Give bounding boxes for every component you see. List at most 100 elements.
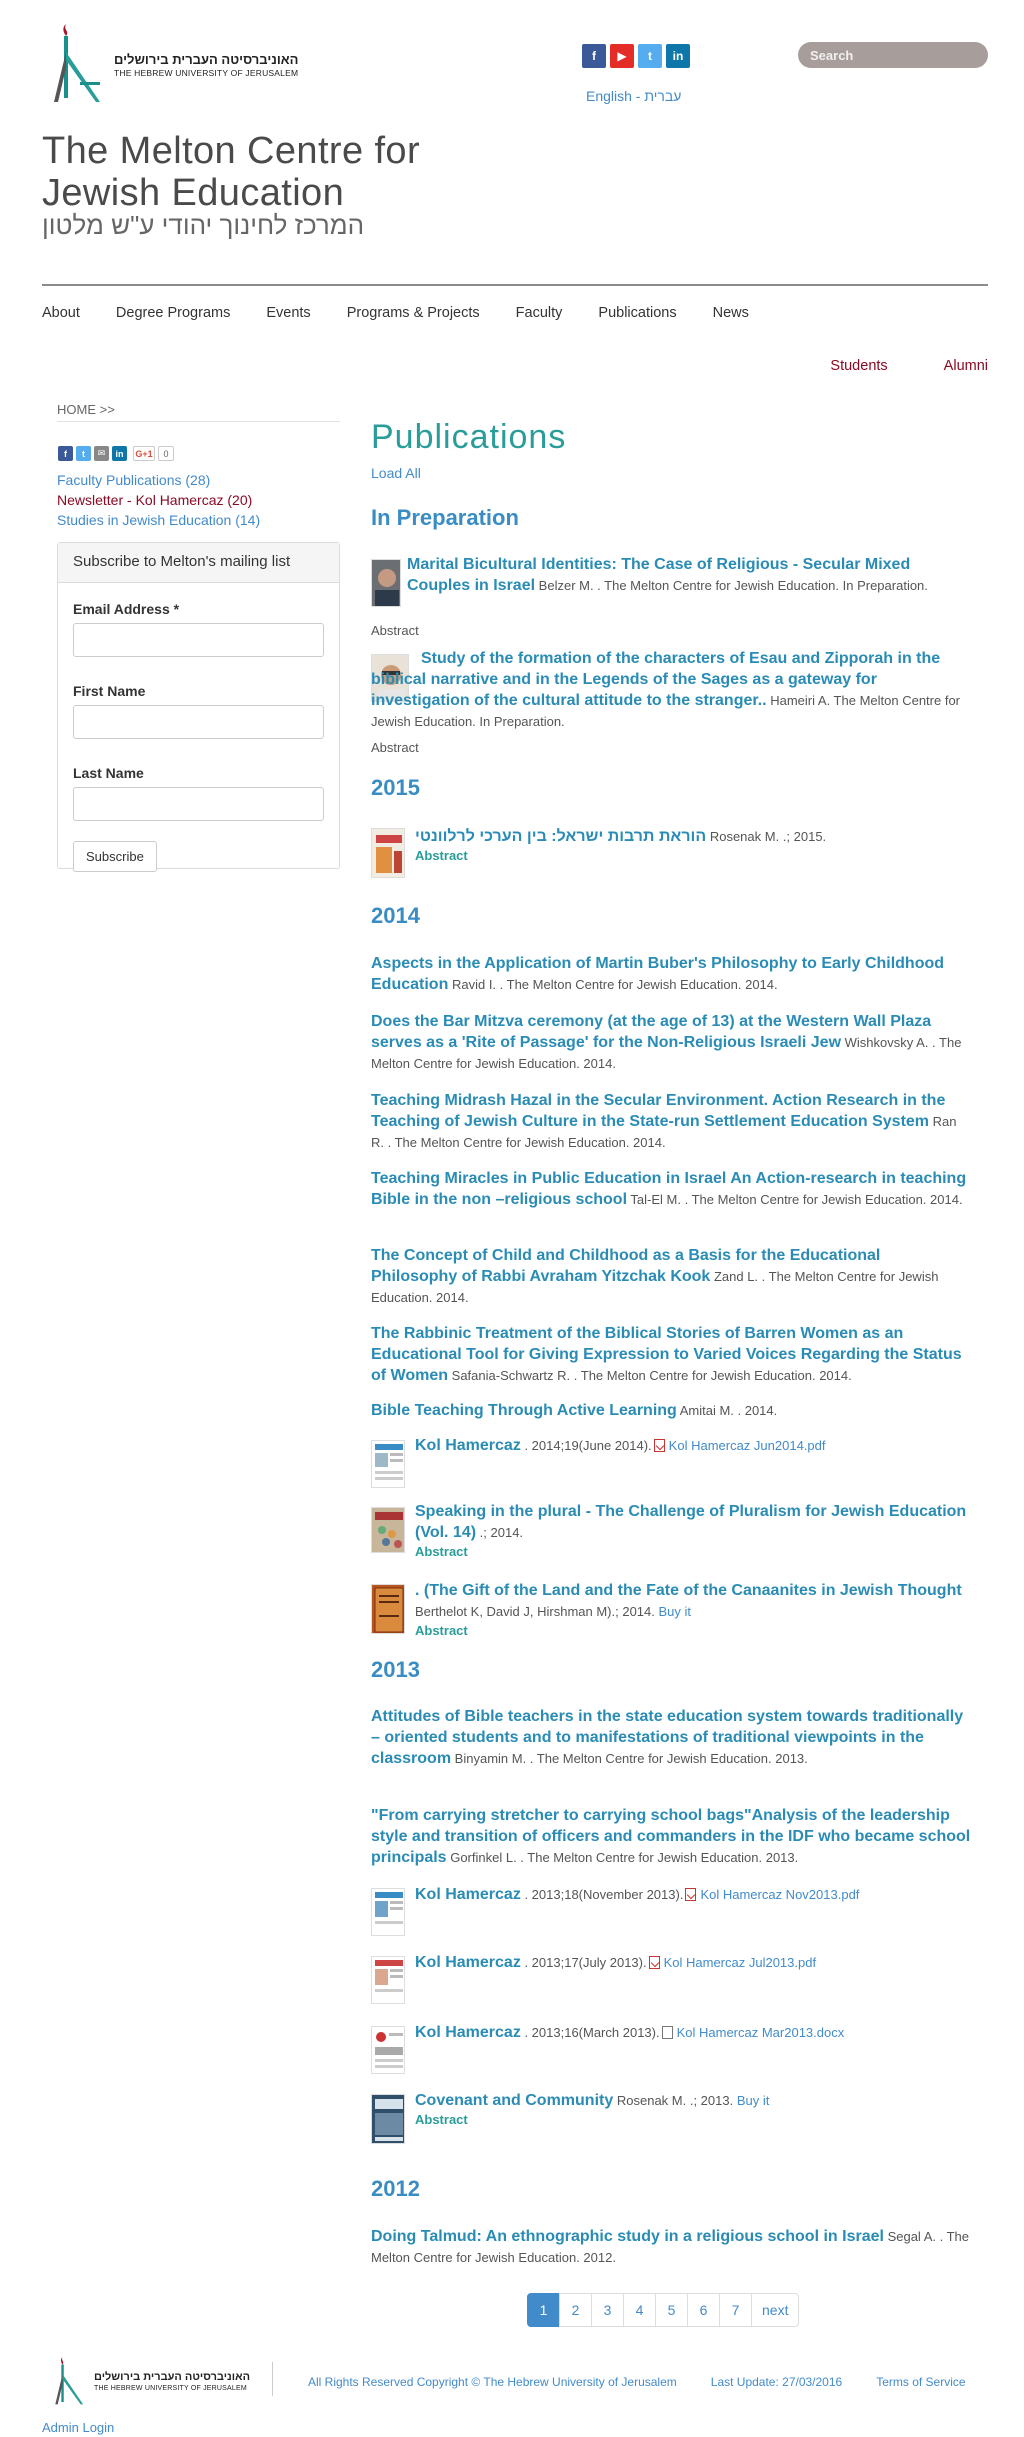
last-name-field[interactable] (73, 787, 324, 821)
publication-item: The Rabbinic Treatment of the Biblical S… (371, 1323, 971, 1386)
page-1-button[interactable]: 1 (527, 2293, 560, 2327)
publication-item: Teaching Midrash Hazal in the Secular En… (371, 1090, 971, 1153)
page-6-button[interactable]: 6 (687, 2293, 720, 2327)
sidebar-category-links: Faculty Publications (28) Newsletter - K… (57, 470, 260, 530)
twitter-icon[interactable]: t (638, 44, 662, 68)
share-twitter-icon[interactable]: t (76, 446, 91, 461)
buy-it-link[interactable]: Buy it (659, 1604, 692, 1619)
book-cover-thumbnail (371, 1507, 405, 1553)
abstract-toggle[interactable]: Abstract (371, 620, 419, 641)
publication-title-link[interactable]: . (The Gift of the Land and the Fate of … (415, 1582, 962, 1599)
secondary-navigation: Students Alumni (830, 358, 988, 374)
publication-item: Covenant and Community Rosenak M. .; 201… (415, 2090, 975, 2128)
site-title[interactable]: The Melton Centre for Jewish Education (42, 130, 420, 214)
file-download-link[interactable]: Kol Hamercaz Mar2013.docx (677, 2025, 845, 2040)
page-2-button[interactable]: 2 (559, 2293, 592, 2327)
page-5-button[interactable]: 5 (655, 2293, 688, 2327)
section-heading-2012: 2012 (371, 2176, 420, 2201)
publication-meta: Gorfinkel L. . The Melton Centre for Jew… (450, 1850, 799, 1865)
buy-it-link[interactable]: Buy it (737, 2093, 770, 2108)
main-navigation: About Degree Programs Events Programs & … (42, 300, 785, 326)
nav-faculty[interactable]: Faculty (516, 305, 563, 321)
sidebar-link-newsletter[interactable]: Newsletter - Kol Hamercaz (20) (57, 490, 260, 510)
publication-title-link[interactable]: Doing Talmud: An ethnographic study in a… (371, 2228, 884, 2245)
nav-news[interactable]: News (713, 305, 749, 321)
file-download-link[interactable]: Kol Hamercaz Jun2014.pdf (669, 1438, 826, 1453)
section-heading-in-preparation: In Preparation (371, 505, 519, 530)
last-name-label: Last Name (73, 765, 144, 781)
publication-title-link[interactable]: Kol Hamercaz (415, 2024, 521, 2041)
publication-meta: Safania-Schwartz R. . The Melton Centre … (451, 1368, 852, 1383)
hebrew-university-logo[interactable]: האוניברסיטה העברית בירושלים THE HEBREW U… (52, 20, 312, 110)
share-email-icon[interactable]: ✉ (94, 446, 109, 461)
abstract-toggle[interactable]: Abstract (415, 847, 975, 864)
nav-students[interactable]: Students (830, 358, 887, 374)
breadcrumb[interactable]: HOME >> (57, 402, 115, 417)
publication-meta: . 2014;19(June 2014). (524, 1438, 652, 1453)
abstract-toggle[interactable]: Abstract (415, 2111, 975, 2128)
sidebar-link-faculty-publications[interactable]: Faculty Publications (28) (57, 470, 260, 490)
pdf-file-icon (653, 1439, 665, 1452)
page-3-button[interactable]: 3 (591, 2293, 624, 2327)
publication-item: Kol Hamercaz . 2013;17(July 2013). Kol Ha… (415, 1952, 975, 1973)
nav-publications[interactable]: Publications (598, 305, 676, 321)
facebook-icon[interactable]: f (582, 44, 606, 68)
file-download-link[interactable]: Kol Hamercaz Jul2013.pdf (664, 1955, 816, 1970)
nav-events[interactable]: Events (266, 305, 310, 321)
publication-meta: .; 2014. (479, 1525, 524, 1540)
site-title-line2: Jewish Education (42, 172, 345, 214)
page-4-button[interactable]: 4 (623, 2293, 656, 2327)
search-input[interactable] (798, 42, 988, 68)
youtube-icon[interactable]: ▶ (610, 44, 634, 68)
publication-item: Attitudes of Bible teachers in the state… (371, 1706, 971, 1769)
section-heading-2013: 2013 (371, 1657, 420, 1682)
publication-title-link[interactable]: Covenant and Community (415, 2092, 613, 2109)
terms-of-service-link[interactable]: Terms of Service (876, 2375, 965, 2389)
site-title-line1: The Melton Centre for (42, 130, 421, 172)
email-field[interactable] (73, 623, 324, 657)
publication-title-link[interactable]: Kol Hamercaz (415, 1437, 521, 1454)
publication-title-link[interactable]: Kol Hamercaz (415, 1954, 521, 1971)
publication-meta: Belzer M. . The Melton Centre for Jewish… (538, 578, 928, 593)
abstract-toggle[interactable]: Abstract (371, 737, 419, 758)
footer-university-emblem-icon (55, 2357, 84, 2405)
nav-programs-projects[interactable]: Programs & Projects (347, 305, 480, 321)
pagination: 1 2 3 4 5 6 7 next (527, 2293, 800, 2327)
abstract-toggle[interactable]: Abstract (415, 1543, 975, 1560)
publication-item: Marital Bicultural Identities: The Case … (407, 554, 977, 596)
footer-university-logo[interactable]: האוניברסיטה העברית בירושלים THE HEBREW U… (54, 2356, 250, 2408)
lang-hebrew-link[interactable]: עברית (644, 88, 681, 104)
file-download-link[interactable]: Kol Hamercaz Nov2013.pdf (700, 1887, 859, 1902)
lang-english-link[interactable]: English (586, 88, 632, 104)
linkedin-icon[interactable]: in (666, 44, 690, 68)
lang-separator: - (631, 88, 645, 104)
first-name-field[interactable] (73, 705, 324, 739)
share-facebook-icon[interactable]: f (58, 446, 73, 461)
share-google-plus-icon[interactable]: G+1 (133, 446, 155, 461)
footer-divider (272, 2362, 273, 2396)
load-all-link[interactable]: Load All (371, 465, 421, 481)
nav-alumni[interactable]: Alumni (944, 358, 988, 374)
admin-login-link[interactable]: Admin Login (42, 2420, 114, 2435)
publication-meta: . 2013;17(July 2013). (524, 1955, 647, 1970)
section-heading-2014: 2014 (371, 903, 420, 928)
page-7-button[interactable]: 7 (719, 2293, 752, 2327)
abstract-toggle[interactable]: Abstract (415, 1622, 975, 1639)
logo-english-text: THE HEBREW UNIVERSITY OF JERUSALEM (114, 67, 299, 78)
publication-item: Speaking in the plural - The Challenge o… (415, 1501, 975, 1560)
subscribe-button[interactable]: Subscribe (73, 841, 157, 872)
page-title: Publications (371, 418, 567, 456)
next-page-button[interactable]: next (751, 2293, 800, 2327)
share-linkedin-icon[interactable]: in (112, 446, 127, 461)
publication-title-link[interactable]: Kol Hamercaz (415, 1886, 521, 1903)
publication-title-link[interactable]: Teaching Midrash Hazal in the Secular En… (371, 1092, 945, 1130)
publication-meta: Amitai M. . 2014. (679, 1403, 778, 1418)
nav-about[interactable]: About (42, 305, 80, 321)
sidebar-link-studies[interactable]: Studies in Jewish Education (14) (57, 510, 260, 530)
publication-item: Kol Hamercaz . 2014;19(June 2014). Kol Ha… (415, 1435, 975, 1456)
nav-degree-programs[interactable]: Degree Programs (116, 305, 230, 321)
publication-title-link[interactable]: הוראת תרבות ישראל: בין הערכי לרלוונטי (415, 828, 706, 845)
publication-title-link[interactable]: Bible Teaching Through Active Learning (371, 1402, 677, 1419)
pdf-file-icon (685, 1888, 697, 1901)
book-cover-thumbnail (371, 2094, 405, 2144)
